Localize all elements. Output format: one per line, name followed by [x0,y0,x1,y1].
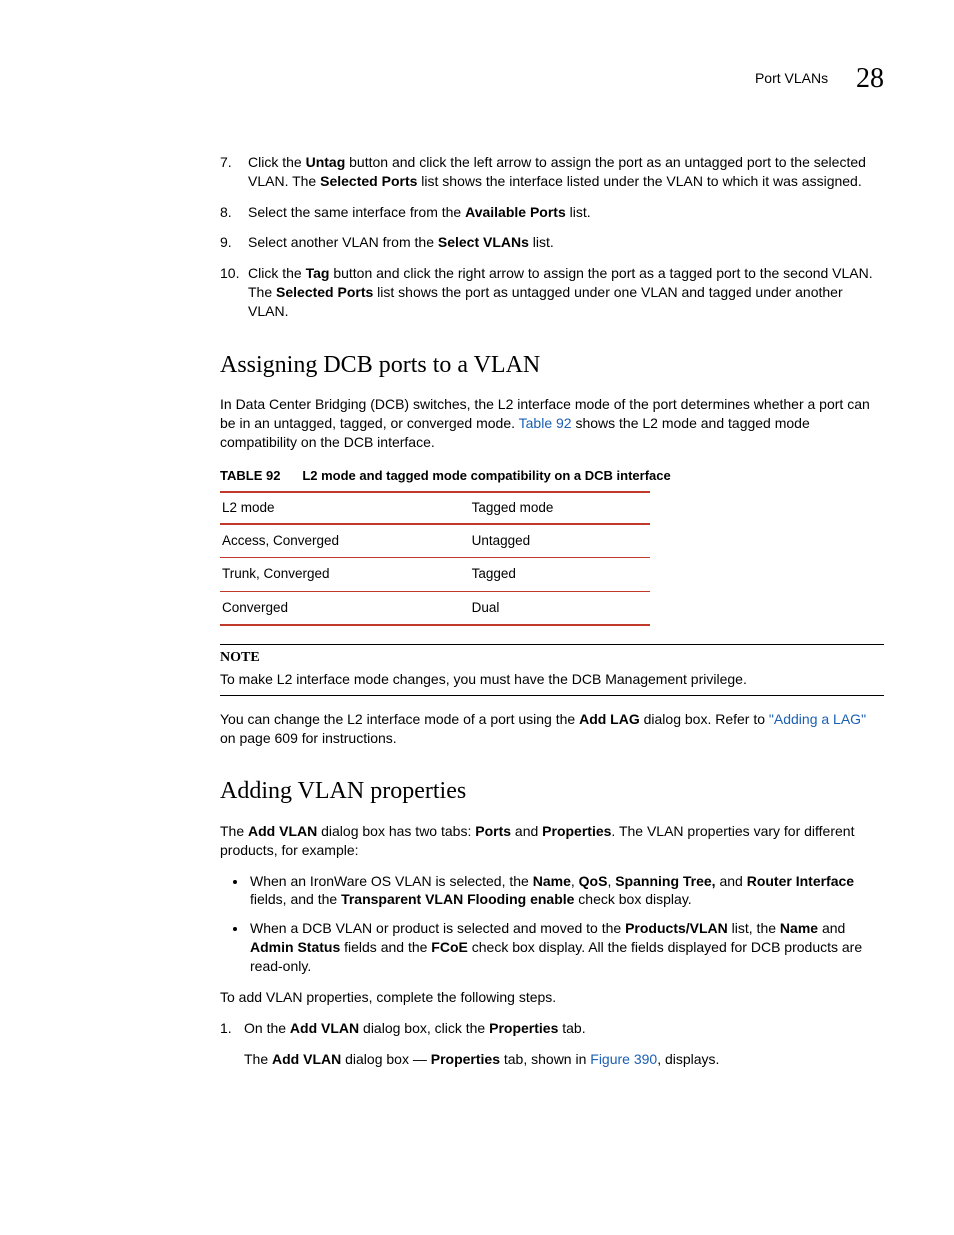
note-block: NOTE To make L2 interface mode changes, … [220,644,884,696]
list-item: When an IronWare OS VLAN is selected, th… [248,872,884,910]
table-cell: Tagged [470,558,650,591]
note-label: NOTE [220,649,884,668]
table-row: Trunk, ConvergedTagged [220,558,650,591]
section-heading-adding-vlan-properties: Adding VLAN properties [220,775,884,807]
step-number: 9. [220,233,232,252]
table-header-cell: Tagged mode [470,492,650,524]
step-number: 1. [220,1019,232,1038]
table-cell: Dual [470,591,650,625]
page-header: Port VLANs 28 [220,60,884,98]
table-title: TABLE 92 L2 mode and tagged mode compati… [220,466,884,485]
step-text: Click the Tag button and click the right… [248,265,873,319]
paragraph: The Add VLAN dialog box has two tabs: Po… [220,822,884,860]
step-text: Select another VLAN from the Select VLAN… [248,234,554,250]
list-item: 10. Click the Tag button and click the ri… [220,264,884,321]
step-text: Click the Untag button and click the lef… [248,154,866,189]
list-item: 8. Select the same interface from the Ava… [220,203,884,222]
numbered-steps: 1. On the Add VLAN dialog box, click the… [220,1019,884,1069]
step-number: 7. [220,153,232,172]
numbered-steps: 7. Click the Untag button and click the l… [220,153,884,321]
section-heading-assigning-dcb: Assigning DCB ports to a VLAN [220,349,884,381]
table-cell: Access, Converged [220,524,470,558]
paragraph: In Data Center Bridging (DCB) switches, … [220,395,884,452]
paragraph: To add VLAN properties, complete the fol… [220,988,884,1007]
table-cell: Trunk, Converged [220,558,470,591]
step-follow-text: The Add VLAN dialog box — Properties tab… [244,1050,884,1069]
header-chapter-number: 28 [856,63,884,94]
table-row: ConvergedDual [220,591,650,625]
table-caption: L2 mode and tagged mode compatibility on… [302,468,670,483]
cross-reference-link[interactable]: Figure 390 [590,1051,657,1067]
step-number: 8. [220,203,232,222]
table-cell: Converged [220,591,470,625]
bullet-list: When an IronWare OS VLAN is selected, th… [220,872,884,976]
paragraph: You can change the L2 interface mode of … [220,710,884,748]
compatibility-table: L2 mode Tagged mode Access, ConvergedUnt… [220,491,650,626]
list-item: 9. Select another VLAN from the Select VL… [220,233,884,252]
header-section-label: Port VLANs [755,70,828,86]
note-text: To make L2 interface mode changes, you m… [220,671,747,687]
cross-reference-link[interactable]: Table 92 [519,415,572,431]
step-text: On the Add VLAN dialog box, click the Pr… [244,1020,586,1036]
step-text: Select the same interface from the Avail… [248,204,591,220]
table-header-row: L2 mode Tagged mode [220,492,650,524]
table-cell: Untagged [470,524,650,558]
cross-reference-link[interactable]: "Adding a LAG" [769,711,866,727]
table-row: Access, ConvergedUntagged [220,524,650,558]
step-number: 10. [220,264,239,283]
page-content: 7. Click the Untag button and click the l… [220,153,884,1069]
list-item: When a DCB VLAN or product is selected a… [248,919,884,976]
table-label: TABLE 92 [220,468,280,483]
table-header-cell: L2 mode [220,492,470,524]
list-item: 7. Click the Untag button and click the l… [220,153,884,191]
list-item: 1. On the Add VLAN dialog box, click the… [220,1019,884,1069]
